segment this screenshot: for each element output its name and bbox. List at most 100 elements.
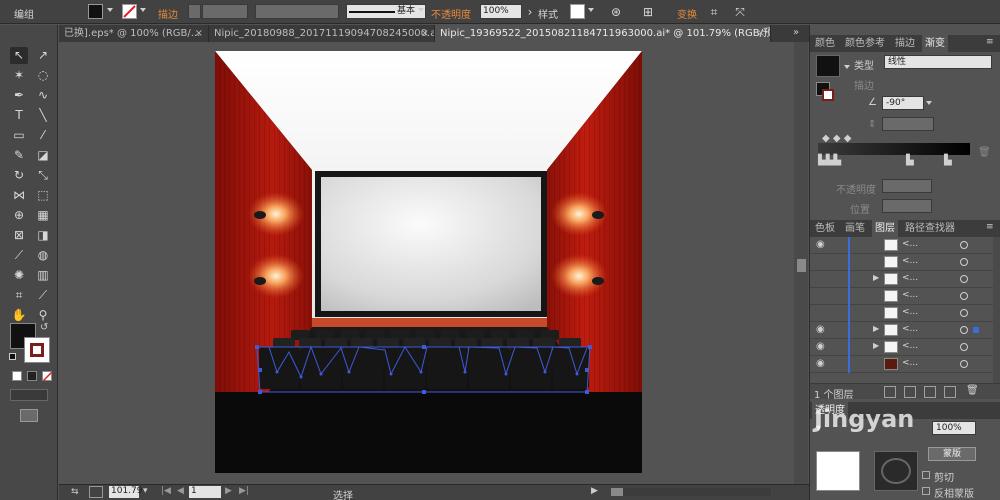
tab-stroke[interactable]: 描边 — [892, 35, 918, 52]
tab-pathfinder[interactable]: 路径查找器 — [902, 220, 958, 237]
layer-row[interactable]: ◉ ▶ <... — [810, 322, 993, 339]
zoom-dropdown-icon[interactable]: ▾ — [143, 486, 148, 496]
pencil-tool-icon[interactable]: ✎ — [10, 147, 28, 164]
selection-indicator[interactable] — [973, 327, 979, 333]
stroke-color-box[interactable] — [24, 337, 50, 363]
stroke-style-field[interactable]: 基本 — [346, 4, 426, 19]
blend-tool-icon[interactable]: ◍ — [34, 247, 52, 264]
gradient-stop-icon[interactable]: ▙▙▙ — [818, 155, 841, 166]
status-menu-icon[interactable]: ▶ — [591, 486, 598, 496]
free-transform-tool-icon[interactable]: ⬚ — [34, 187, 52, 204]
direct-selection-tool-icon[interactable]: ↗ — [34, 47, 52, 64]
visibility-icon[interactable]: ◉ — [816, 341, 825, 352]
target-icon[interactable] — [960, 326, 968, 334]
slice-tool-icon[interactable]: ⟋ — [34, 287, 52, 304]
tab-color[interactable]: 颜色 — [812, 35, 838, 52]
hand-tool-icon[interactable]: ✋ — [10, 307, 28, 324]
last-artboard-icon[interactable]: ▶| — [239, 486, 249, 496]
gradient-slider[interactable] — [818, 143, 970, 155]
gradient-tool-icon[interactable]: ◨ — [34, 227, 52, 244]
expand-icon[interactable]: ▶ — [873, 341, 879, 350]
gradient-mode-icon[interactable] — [27, 371, 37, 381]
angle-field[interactable]: -90° — [882, 96, 924, 110]
rectangle-tool-icon[interactable]: ▭ — [10, 127, 28, 144]
zoom-field[interactable]: 101.79 — [109, 486, 143, 498]
tab-document-2[interactable]: Nipic_20180988_20171119094708245000.ai* … — [209, 25, 435, 42]
rotate-tool-icon[interactable]: ↻ — [10, 167, 28, 184]
angle-dropdown-icon[interactable] — [926, 101, 932, 105]
panel-menu-icon[interactable]: ≡ — [986, 37, 994, 47]
vertical-scrollbar[interactable] — [794, 42, 808, 484]
prev-artboard-icon[interactable]: ◀ — [177, 486, 184, 496]
tab-brushes[interactable]: 画笔 — [842, 220, 868, 237]
invert-mask-checkbox[interactable] — [922, 487, 930, 495]
opacity-arrow-icon[interactable]: › — [522, 4, 538, 20]
artboard-nav-icon[interactable] — [89, 486, 103, 498]
opacity-field[interactable]: 100% — [480, 4, 522, 19]
target-icon[interactable] — [960, 360, 968, 368]
eyedropper-tool-icon[interactable]: ⟋ — [10, 247, 28, 264]
curvature-tool-icon[interactable]: ∿ — [34, 87, 52, 104]
align-icon[interactable]: ⊞ — [640, 4, 656, 20]
fill-dropdown-icon[interactable] — [107, 8, 113, 12]
swap-colors-icon[interactable]: ↺ — [40, 322, 48, 333]
clip-checkbox[interactable] — [922, 471, 930, 479]
column-graph-tool-icon[interactable]: ▥ — [34, 267, 52, 284]
scrollbar-thumb[interactable] — [797, 259, 806, 272]
tab-document-1[interactable]: 已换].eps* @ 100% (RGB/... × — [59, 25, 209, 42]
opacity-label[interactable]: 不透明度 — [431, 6, 471, 21]
target-icon[interactable] — [960, 343, 968, 351]
artboard-tool-icon[interactable]: ⌗ — [10, 287, 28, 304]
gradient-opacity-field[interactable] — [882, 179, 932, 193]
expand-icon[interactable]: ▶ — [873, 273, 879, 282]
status-arrows-icon[interactable]: ⇆ — [71, 487, 79, 497]
gradient-stop-icon[interactable]: ▙ — [906, 155, 914, 166]
artboard-field[interactable]: 1 — [189, 486, 221, 498]
make-mask-button[interactable]: 蒙版 — [928, 447, 976, 461]
expand-icon[interactable]: ▶ — [873, 324, 879, 333]
transparency-opacity-field[interactable]: 100% — [932, 421, 976, 435]
lasso-tool-icon[interactable]: ◌ — [34, 67, 52, 84]
stroke-weight-stepper[interactable] — [188, 4, 201, 19]
layer-row[interactable]: <... — [810, 254, 993, 271]
selection-tool-icon[interactable]: ↖ — [10, 47, 28, 64]
aspect-ratio-field[interactable] — [882, 117, 934, 131]
scale-tool-icon[interactable]: ⤡ — [34, 167, 52, 184]
panel-menu-icon[interactable]: ≡ — [986, 222, 994, 232]
shape-builder-tool-icon[interactable]: ⊕ — [10, 207, 28, 224]
stroke-mini-icon[interactable] — [822, 89, 834, 101]
tab-swatches[interactable]: 色板 — [812, 220, 838, 237]
locate-object-icon[interactable] — [884, 386, 896, 398]
graphic-style-swatch[interactable] — [570, 4, 585, 19]
gradient-swatch[interactable] — [816, 55, 840, 77]
target-icon[interactable] — [960, 258, 968, 266]
magic-wand-tool-icon[interactable]: ✶ — [10, 67, 28, 84]
none-mode-icon[interactable] — [42, 371, 52, 381]
clipping-mask-icon[interactable] — [904, 386, 916, 398]
type-tool-icon[interactable]: T — [10, 107, 28, 124]
gradient-type-select[interactable]: 线性 — [884, 55, 992, 69]
recolor-icon[interactable]: ⊛ — [608, 4, 624, 20]
tab-gradient[interactable]: 渐变 — [922, 35, 948, 52]
close-icon[interactable]: × — [195, 25, 203, 42]
delete-stop-icon[interactable]: 🗑 — [978, 147, 991, 158]
object-thumbnail[interactable] — [816, 451, 860, 491]
width-tool-icon[interactable]: ⋈ — [10, 187, 28, 204]
perspective-grid-tool-icon[interactable]: ▦ — [34, 207, 52, 224]
default-colors-icon[interactable] — [9, 353, 16, 360]
stroke-dropdown-icon[interactable] — [140, 8, 146, 12]
location-field[interactable] — [882, 199, 932, 213]
new-layer-icon[interactable] — [944, 386, 956, 398]
stroke-swatch[interactable] — [122, 4, 137, 19]
variable-width-profile[interactable] — [255, 4, 339, 19]
isolate-icon[interactable]: ⌗ — [706, 4, 722, 20]
tab-color-guide[interactable]: 颜色参考 — [842, 35, 888, 52]
layer-row[interactable]: ◉ ▶ <... — [810, 339, 993, 356]
stroke-weight-field[interactable] — [202, 4, 248, 19]
color-mode-icon[interactable] — [12, 371, 22, 381]
layer-row[interactable]: ◉ <... — [810, 356, 993, 373]
layer-row[interactable]: ◉ <... — [810, 237, 993, 254]
eraser-tool-icon[interactable]: ◪ — [34, 147, 52, 164]
first-artboard-icon[interactable]: |◀ — [161, 486, 171, 496]
new-sublayer-icon[interactable] — [924, 386, 936, 398]
